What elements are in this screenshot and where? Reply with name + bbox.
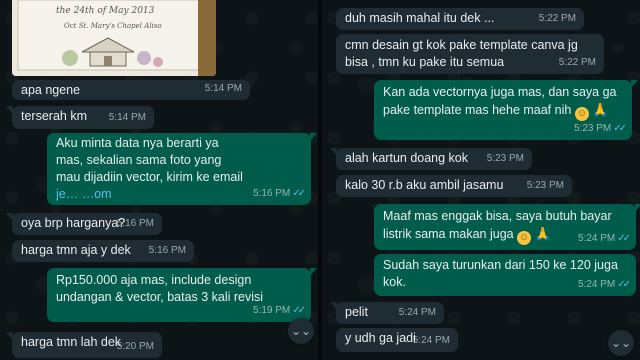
invitation-script-line-2: Oct St. Mary's Chapel Aliso xyxy=(64,22,162,30)
message-time-status: 5:23 PM ✓✓ xyxy=(573,123,627,134)
message-time: 5:22 PM xyxy=(538,13,576,24)
message-time: 5:23 PM xyxy=(526,180,564,191)
message-bubble[interactable]: Rp150.000 aja mas, include design undang… xyxy=(47,268,317,322)
message-text: Rp150.000 aja mas, include design xyxy=(56,273,252,287)
message-text: Kan ada vectornya juga mas, dan saya ga xyxy=(383,85,617,99)
message-time-status: 5:19 PM ✓✓ xyxy=(252,305,306,316)
smile-emoji-icon: ☺ xyxy=(517,231,532,245)
message-time-status: 5:24 PM ✓✓ xyxy=(577,233,631,244)
message-bubble[interactable]: Maaf mas enggak bisa, saya butuh bayar l… xyxy=(374,204,640,250)
message-text: terserah km xyxy=(21,109,87,123)
smile-emoji-icon: ☺ xyxy=(574,107,589,121)
message-bubble[interactable]: y udh ga jadi 5:24 PM xyxy=(336,328,458,352)
read-receipt-icon: ✓✓ xyxy=(617,233,631,244)
message-time: 5:23 PM xyxy=(486,153,524,164)
message-bubble[interactable]: Aku minta data nya berarti ya mas, sekal… xyxy=(47,133,317,205)
message-text: Maaf mas enggak bisa, saya butuh bayar xyxy=(383,209,612,223)
message-time: 5:16 PM xyxy=(116,218,154,229)
message-time-status: 5:16 PM ✓✓ xyxy=(252,188,306,199)
scroll-down-button[interactable]: ⌄⌄ xyxy=(288,318,314,344)
message-time-status: 5:24 PM ✓✓ xyxy=(577,279,631,290)
message-bubble[interactable]: duh masih mahal itu dek ... 5:22 PM xyxy=(336,8,584,30)
message-bubble[interactable]: apa ngene 5:14 PM xyxy=(12,80,250,100)
message-text: pake template mas hehe maaf nih xyxy=(383,103,572,117)
invitation-image[interactable]: the 24th of May 2013 Oct St. Mary's Chap… xyxy=(12,0,216,76)
message-bubble[interactable]: Kan ada vectornya juga mas, dan saya ga … xyxy=(374,80,638,140)
chat-panel-right: duh masih mahal itu dek ... 5:22 PM cmn … xyxy=(322,0,640,360)
message-time: 5:16 PM xyxy=(148,245,186,256)
message-bubble[interactable]: alah kartun doang kok 5:23 PM xyxy=(330,148,532,170)
message-text: harga tmn aja y dek xyxy=(21,243,131,257)
read-receipt-icon: ✓✓ xyxy=(617,279,631,290)
message-text: harga tmn lah dek xyxy=(21,335,122,349)
chat-panel-left: the 24th of May 2013 Oct St. Mary's Chap… xyxy=(0,0,318,360)
invitation-script-line-1: the 24th of May 2013 xyxy=(56,6,155,16)
message-text: Sudah saya turunkan dari 150 ke 120 juga xyxy=(383,258,618,272)
message-bubble[interactable]: kalo 30 r.b aku ambil jasamu 5:23 PM xyxy=(336,175,572,197)
message-time: 5:14 PM xyxy=(108,112,146,123)
message-bubble[interactable]: oya brp harganya? 5:16 PM xyxy=(6,213,162,235)
message-text: Aku minta data nya berarti ya xyxy=(56,136,219,150)
message-bubble[interactable]: harga tmn aja y dek 5:16 PM xyxy=(12,240,194,262)
read-receipt-icon: ✓✓ xyxy=(292,188,306,199)
pray-emoji-icon: 🙏 xyxy=(534,226,551,241)
message-text: pelit xyxy=(345,305,368,319)
chevron-down-icon: ⌄⌄ xyxy=(610,336,632,350)
message-text: mau dijadiin vector, kirim ke email xyxy=(56,170,243,184)
message-bubble[interactable]: cmn desain gt kok pake template canva jg… xyxy=(336,34,604,74)
message-text: apa ngene xyxy=(21,83,81,97)
message-time: 5:14 PM xyxy=(204,83,242,94)
message-time: 5:22 PM xyxy=(558,57,596,68)
read-receipt-icon: ✓✓ xyxy=(292,305,306,316)
message-time: 5:24 PM xyxy=(412,335,450,346)
message-bubble[interactable]: pelit 5:24 PM xyxy=(330,302,444,324)
message-text: mas, sekalian sama foto yang xyxy=(56,153,222,167)
message-time: 5:24 PM xyxy=(398,307,436,318)
message-text: kalo 30 r.b aku ambil jasamu xyxy=(345,178,504,192)
message-text: alah kartun doang kok xyxy=(345,151,469,165)
read-receipt-icon: ✓✓ xyxy=(613,123,627,134)
message-bubble[interactable]: harga tmn lah dek 5:20 PM xyxy=(6,332,162,358)
pray-emoji-icon: 🙏 xyxy=(592,102,609,117)
message-text: y udh ga jadi xyxy=(345,331,416,345)
message-bubble[interactable]: terserah km 5:14 PM xyxy=(6,106,154,129)
message-text: cmn desain gt kok pake template canva jg xyxy=(345,38,578,52)
message-text: duh masih mahal itu dek ... xyxy=(345,11,495,25)
message-time: 5:20 PM xyxy=(116,341,154,352)
chevron-down-icon: ⌄⌄ xyxy=(290,324,312,338)
scroll-down-button[interactable]: ⌄⌄ xyxy=(608,330,634,356)
message-text: listrik sama makan juga xyxy=(383,227,514,241)
message-text: oya brp harganya? xyxy=(21,216,126,230)
message-bubble[interactable]: Sudah saya turunkan dari 150 ke 120 juga… xyxy=(374,254,636,296)
